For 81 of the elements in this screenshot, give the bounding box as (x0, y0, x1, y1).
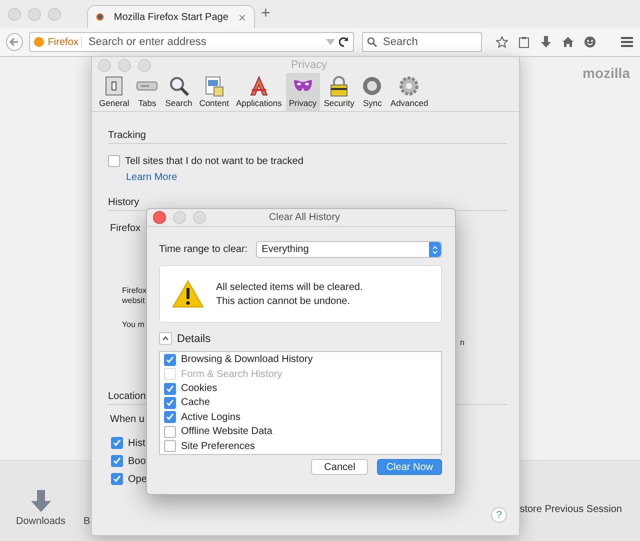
warning-text: All selected items will be cleared. (216, 282, 363, 292)
sync-icon (361, 75, 384, 97)
pane-tab[interactable]: Tabs (133, 73, 162, 111)
pane-tab[interactable]: Advanced (387, 73, 432, 111)
location-text: When u (110, 414, 144, 425)
compass-ruler-icon (248, 75, 270, 97)
reload-icon (339, 37, 349, 47)
dropdown-icon (326, 39, 335, 45)
item-label: Form & Search History (181, 368, 282, 380)
history-text: You m (122, 320, 144, 329)
checkbox-label: Tell sites that I do not want to be tracked (125, 156, 304, 166)
pane-tab[interactable]: General (96, 73, 132, 111)
pane-tab[interactable]: Privacy (286, 73, 320, 111)
search-field[interactable]: Search (381, 35, 477, 49)
restore-session-button[interactable]: store Previous Session (520, 504, 622, 514)
search-icon (367, 37, 377, 47)
history-text: n (460, 338, 464, 347)
download-icon[interactable] (540, 36, 552, 48)
pane-tab[interactable]: Security (320, 73, 358, 111)
address-field[interactable]: Search or enter address (86, 35, 322, 49)
details-toggle[interactable] (159, 332, 172, 345)
checkbox[interactable] (164, 411, 176, 424)
gear-icon (398, 75, 420, 97)
checkbox[interactable] (164, 426, 176, 438)
magnifier-icon (168, 75, 190, 97)
pane-tab[interactable]: Search (162, 73, 196, 111)
window-controls[interactable] (153, 211, 206, 224)
checkbox[interactable] (111, 437, 123, 449)
time-range-label: Time range to clear: (159, 244, 248, 255)
checkbox[interactable] (164, 440, 176, 452)
padlock-icon (328, 75, 350, 97)
checkbox-label: Boo (128, 456, 146, 466)
mozilla-logo: mozilla (582, 65, 630, 81)
download-arrow-icon[interactable] (30, 490, 52, 512)
star-icon[interactable] (496, 36, 508, 48)
item-label: Active Logins (181, 412, 240, 423)
details-label: Details (177, 332, 211, 344)
launcher-label[interactable]: Downloads (16, 516, 66, 526)
switch-icon (103, 75, 126, 97)
warning-text: This action cannot be undone. (216, 296, 351, 306)
caret-icon (162, 336, 169, 341)
history-text: Firefox (122, 286, 146, 295)
warning-icon (172, 280, 204, 308)
item-label: Site Preferences (181, 440, 255, 452)
back-button[interactable] (6, 33, 23, 51)
dialog-title: Clear All History (268, 212, 342, 223)
document-icon (203, 75, 226, 97)
learn-more-link[interactable]: Learn More (126, 172, 507, 183)
time-range-select[interactable]: Everything (256, 241, 442, 258)
history-text: websit (122, 296, 145, 305)
checkbox[interactable] (164, 354, 176, 366)
checkbox-label: Hist (128, 438, 146, 448)
history-text: Firefox (110, 223, 141, 234)
section-heading: Tracking (108, 130, 507, 144)
browser-tab[interactable]: Mozilla Firefox Start Page × (87, 5, 255, 28)
checkbox[interactable] (164, 396, 176, 409)
pane-tab[interactable]: Applications (232, 73, 285, 111)
item-label: Offline Website Data (181, 426, 272, 438)
tab-title: Mozilla Firefox Start Page (114, 12, 228, 22)
new-tab-button[interactable]: + (261, 5, 270, 23)
dialog-button[interactable]: Cancel (311, 459, 368, 475)
search-box[interactable]: Search (362, 32, 482, 52)
firefox-badge-icon (34, 37, 44, 47)
stepper-icon (432, 244, 438, 254)
checkbox[interactable] (164, 382, 176, 395)
checkbox-label: Ope (128, 474, 147, 484)
clipboard-icon[interactable] (518, 36, 530, 48)
globe-icon (96, 11, 104, 23)
launcher-label[interactable]: B (83, 516, 90, 526)
smiley-icon[interactable] (584, 36, 596, 48)
window-title: Privacy (290, 59, 328, 71)
arrow-left-icon (9, 37, 20, 47)
identity-label: Firefox (48, 36, 82, 48)
checkbox[interactable] (108, 155, 120, 167)
home-icon[interactable] (562, 36, 574, 48)
checkbox[interactable] (111, 455, 123, 467)
item-label: Browsing & Download History (181, 354, 313, 366)
pane-tab[interactable]: Content (196, 73, 232, 111)
menu-icon[interactable] (620, 36, 634, 48)
checkbox[interactable] (111, 473, 123, 485)
pane-tab[interactable]: Sync (358, 73, 386, 111)
